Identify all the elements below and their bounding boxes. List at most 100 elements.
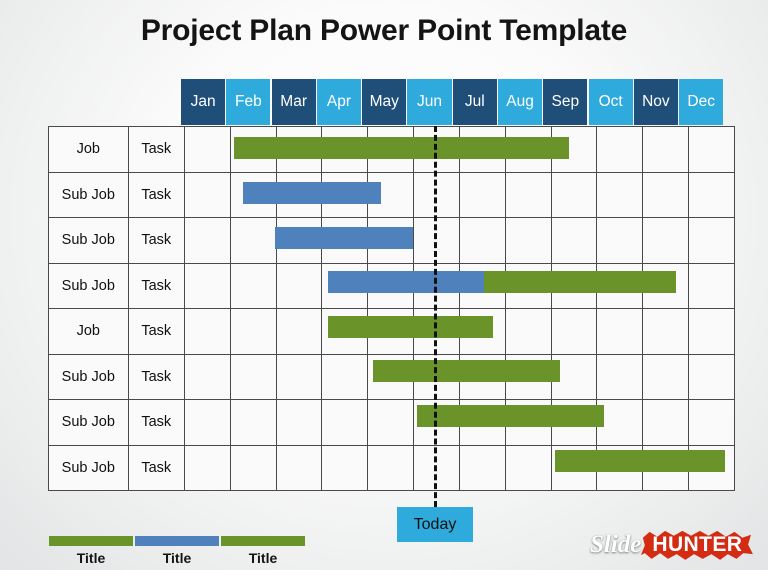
legend-item-1[interactable]: Title: [49, 536, 133, 566]
row-task-label[interactable]: Task: [127, 126, 185, 173]
grid-cell-mar[interactable]: [275, 444, 323, 491]
grid-cell-apr[interactable]: [321, 353, 369, 400]
grid-cell-feb[interactable]: [229, 308, 277, 355]
grid-cell-feb[interactable]: [229, 171, 277, 218]
grid-cell-may[interactable]: [367, 217, 415, 264]
row-task-label[interactable]: Task: [127, 262, 185, 309]
row-task-label[interactable]: Task: [127, 444, 185, 491]
grid-cell-sep[interactable]: [550, 444, 598, 491]
grid-cell-dec[interactable]: [688, 444, 735, 491]
grid-cell-jul[interactable]: [458, 126, 506, 173]
grid-cell-aug[interactable]: [504, 444, 552, 491]
month-header-mar[interactable]: Mar: [271, 79, 316, 125]
grid-cell-nov[interactable]: [642, 171, 690, 218]
month-header-sep[interactable]: Sep: [543, 79, 588, 125]
row-task-label[interactable]: Task: [127, 308, 185, 355]
grid-cell-aug[interactable]: [504, 171, 552, 218]
grid-cell-apr[interactable]: [321, 126, 369, 173]
grid-cell-jul[interactable]: [458, 308, 506, 355]
grid-cell-jan[interactable]: [183, 262, 231, 309]
month-header-jan[interactable]: Jan: [181, 79, 226, 125]
row-job-label[interactable]: Sub Job: [48, 444, 129, 491]
month-header-jul[interactable]: Jul: [452, 79, 497, 125]
grid-cell-nov[interactable]: [642, 262, 690, 309]
grid-cell-apr[interactable]: [321, 262, 369, 309]
grid-cell-oct[interactable]: [596, 262, 644, 309]
month-header-jun[interactable]: Jun: [407, 79, 452, 125]
grid-cell-may[interactable]: [367, 126, 415, 173]
grid-cell-apr[interactable]: [321, 217, 369, 264]
grid-cell-jan[interactable]: [183, 353, 231, 400]
legend-item-3[interactable]: Title: [221, 536, 305, 566]
grid-cell-sep[interactable]: [550, 171, 598, 218]
grid-cell-nov[interactable]: [642, 353, 690, 400]
grid-cell-jan[interactable]: [183, 399, 231, 446]
grid-cell-nov[interactable]: [642, 444, 690, 491]
grid-cell-sep[interactable]: [550, 262, 598, 309]
grid-cell-dec[interactable]: [688, 353, 735, 400]
grid-cell-feb[interactable]: [229, 353, 277, 400]
row-task-label[interactable]: Task: [127, 171, 185, 218]
grid-cell-feb[interactable]: [229, 126, 277, 173]
grid-cell-oct[interactable]: [596, 217, 644, 264]
grid-cell-mar[interactable]: [275, 171, 323, 218]
grid-cell-jul[interactable]: [458, 262, 506, 309]
grid-cell-oct[interactable]: [596, 444, 644, 491]
grid-cell-feb[interactable]: [229, 444, 277, 491]
grid-cell-aug[interactable]: [504, 353, 552, 400]
row-job-label[interactable]: Job: [48, 308, 129, 355]
grid-cell-jan[interactable]: [183, 444, 231, 491]
grid-cell-mar[interactable]: [275, 262, 323, 309]
grid-cell-nov[interactable]: [642, 126, 690, 173]
grid-cell-aug[interactable]: [504, 126, 552, 173]
grid-cell-jan[interactable]: [183, 308, 231, 355]
grid-cell-jul[interactable]: [458, 171, 506, 218]
grid-cell-dec[interactable]: [688, 217, 735, 264]
grid-cell-sep[interactable]: [550, 353, 598, 400]
grid-cell-dec[interactable]: [688, 399, 735, 446]
grid-cell-sep[interactable]: [550, 126, 598, 173]
grid-cell-nov[interactable]: [642, 308, 690, 355]
grid-cell-mar[interactable]: [275, 399, 323, 446]
grid-cell-jan[interactable]: [183, 126, 231, 173]
row-job-label[interactable]: Sub Job: [48, 399, 129, 446]
month-header-nov[interactable]: Nov: [633, 79, 678, 125]
row-task-label[interactable]: Task: [127, 217, 185, 264]
row-job-label[interactable]: Sub Job: [48, 262, 129, 309]
row-job-label[interactable]: Sub Job: [48, 217, 129, 264]
grid-cell-jul[interactable]: [458, 444, 506, 491]
grid-cell-oct[interactable]: [596, 171, 644, 218]
grid-cell-mar[interactable]: [275, 126, 323, 173]
grid-cell-nov[interactable]: [642, 399, 690, 446]
grid-cell-mar[interactable]: [275, 217, 323, 264]
grid-cell-mar[interactable]: [275, 353, 323, 400]
grid-cell-mar[interactable]: [275, 308, 323, 355]
grid-cell-jan[interactable]: [183, 171, 231, 218]
grid-cell-oct[interactable]: [596, 308, 644, 355]
grid-cell-may[interactable]: [367, 444, 415, 491]
grid-cell-jan[interactable]: [183, 217, 231, 264]
grid-cell-dec[interactable]: [688, 171, 735, 218]
grid-cell-aug[interactable]: [504, 217, 552, 264]
grid-cell-jul[interactable]: [458, 217, 506, 264]
grid-cell-dec[interactable]: [688, 262, 735, 309]
grid-cell-oct[interactable]: [596, 399, 644, 446]
grid-cell-jul[interactable]: [458, 353, 506, 400]
month-header-feb[interactable]: Feb: [226, 79, 271, 125]
row-job-label[interactable]: Sub Job: [48, 353, 129, 400]
grid-cell-apr[interactable]: [321, 444, 369, 491]
month-header-aug[interactable]: Aug: [497, 79, 543, 125]
grid-cell-feb[interactable]: [229, 217, 277, 264]
grid-cell-may[interactable]: [367, 308, 415, 355]
grid-cell-may[interactable]: [367, 262, 415, 309]
month-header-oct[interactable]: Oct: [588, 79, 633, 125]
grid-cell-oct[interactable]: [596, 126, 644, 173]
month-header-may[interactable]: May: [362, 79, 407, 125]
month-header-apr[interactable]: Apr: [316, 79, 362, 125]
grid-cell-apr[interactable]: [321, 308, 369, 355]
grid-cell-feb[interactable]: [229, 399, 277, 446]
grid-cell-apr[interactable]: [321, 171, 369, 218]
grid-cell-feb[interactable]: [229, 262, 277, 309]
grid-cell-may[interactable]: [367, 353, 415, 400]
grid-cell-dec[interactable]: [688, 308, 735, 355]
